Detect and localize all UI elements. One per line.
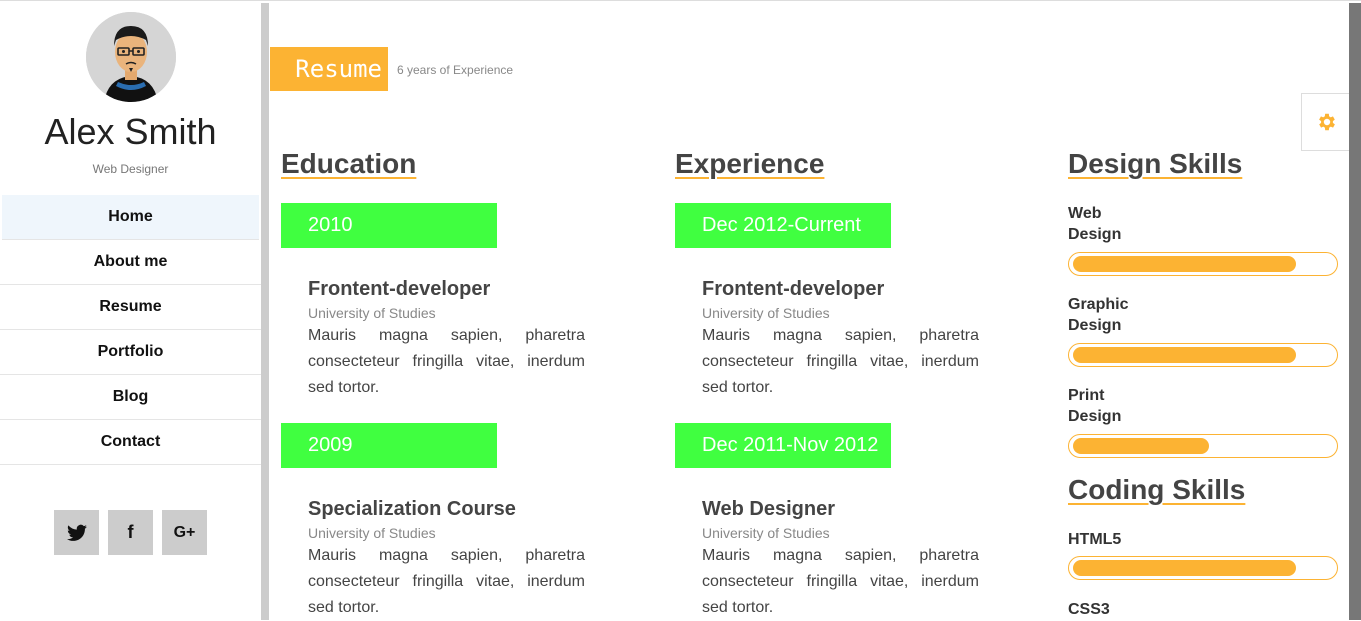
entry-org: University of Studies — [308, 525, 436, 541]
entry-desc: Mauris magna sapien, pharetra consectete… — [308, 327, 585, 396]
profile-name: Alex Smith — [44, 111, 217, 152]
twitter-icon — [66, 524, 87, 541]
entry-org: University of Studies — [702, 305, 830, 321]
skills-section: Design Skills Web Design Graphic Design … — [1068, 148, 1340, 620]
experience-date-1: Dec 2012-Current — [675, 203, 891, 248]
nav-item-resume[interactable]: Resume — [0, 285, 261, 330]
skill-bar-fill — [1073, 438, 1209, 454]
skill-bar-fill — [1073, 256, 1296, 272]
scrollbar-thumb[interactable] — [1349, 3, 1361, 620]
nav-item-portfolio[interactable]: Portfolio — [0, 330, 261, 375]
education-entry-2: Specialization Course University of Stud… — [308, 498, 585, 621]
education-heading: Education — [281, 148, 417, 179]
experience-entry-2: Web Designer University of Studies Mauri… — [702, 498, 979, 621]
sidebar-divider — [261, 3, 269, 620]
google-plus-button[interactable]: G+ — [162, 510, 207, 555]
nav-item-about-me[interactable]: About me — [0, 240, 261, 285]
experience-date-2: Dec 2011-Nov 2012 — [675, 423, 891, 468]
google-plus-icon: G+ — [173, 523, 196, 541]
skill-label: Print Design — [1068, 387, 1122, 425]
nav-item-contact[interactable]: Contact — [0, 420, 261, 465]
profile-role: Web Designer — [92, 162, 169, 176]
skill-html5: HTML5 — [1068, 529, 1338, 550]
gear-icon — [1318, 113, 1335, 131]
skill-bar-html5 — [1068, 556, 1338, 580]
entry-title: Frontent-developer — [308, 278, 491, 300]
facebook-icon: f — [127, 522, 134, 542]
skill-web-design: Web Design — [1068, 203, 1338, 245]
education-section: Education 2010 Frontent-developer Univer… — [281, 148, 591, 620]
social-links: f G+ — [54, 510, 207, 555]
education-date-2: 2009 — [281, 423, 497, 468]
skill-graphic-design: Graphic Design — [1068, 294, 1338, 336]
skill-bar-print-design — [1068, 434, 1338, 458]
facebook-button[interactable]: f — [108, 510, 153, 555]
skill-print-design: Print Design — [1068, 385, 1338, 427]
design-skills-heading: Design Skills — [1068, 148, 1243, 179]
skill-bar-fill — [1073, 560, 1296, 576]
skill-label: Web Design — [1068, 205, 1122, 243]
skill-label: Graphic Design — [1068, 296, 1129, 334]
entry-org: University of Studies — [702, 525, 830, 541]
education-entry-1: Frontent-developer University of Studies… — [308, 278, 585, 401]
entry-desc: Mauris magna sapien, pharetra consectete… — [308, 547, 585, 616]
skill-bar-graphic-design — [1068, 343, 1338, 367]
nav-item-home[interactable]: Home — [2, 195, 259, 240]
settings-button[interactable] — [1301, 93, 1351, 151]
sidebar: Alex Smith Web Designer Home About me Re… — [0, 3, 261, 620]
skill-label: HTML5 — [1068, 531, 1122, 548]
main-nav: Home About me Resume Portfolio Blog Cont… — [0, 195, 261, 465]
entry-title: Frontent-developer — [702, 278, 885, 300]
entry-title: Specialization Course — [308, 498, 516, 520]
skill-bar-web-design — [1068, 252, 1338, 276]
skill-label: CSS3 — [1068, 601, 1110, 618]
entry-desc: Mauris magna sapien, pharetra consectete… — [702, 327, 979, 396]
experience-section: Experience Dec 2012-Current Frontent-dev… — [675, 148, 985, 620]
entry-org: University of Studies — [308, 305, 436, 321]
entry-title: Web Designer — [702, 498, 835, 520]
experience-heading: Experience — [675, 148, 825, 179]
experience-entry-1: Frontent-developer University of Studies… — [702, 278, 979, 401]
skill-bar-fill — [1073, 347, 1296, 363]
avatar — [86, 12, 176, 102]
education-date-1: 2010 — [281, 203, 497, 248]
section-tag: Resume — [270, 47, 388, 91]
coding-skills-heading: Coding Skills — [1068, 474, 1246, 505]
section-subtitle: 6 years of Experience — [397, 63, 514, 77]
page-scrollbar[interactable] — [1349, 3, 1361, 620]
skill-css3: CSS3 — [1068, 599, 1338, 620]
twitter-button[interactable] — [54, 510, 99, 555]
nav-item-blog[interactable]: Blog — [0, 375, 261, 420]
entry-desc: Mauris magna sapien, pharetra consectete… — [702, 547, 979, 616]
